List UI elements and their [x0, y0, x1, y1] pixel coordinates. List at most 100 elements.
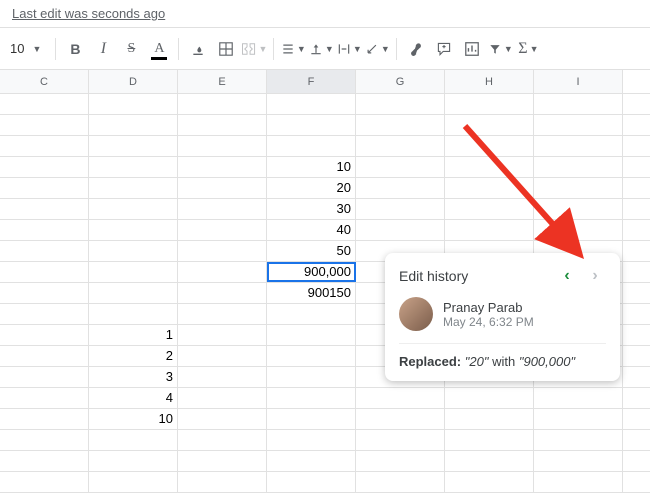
cell[interactable] [267, 304, 356, 324]
cell[interactable] [89, 115, 178, 135]
cell[interactable] [356, 220, 445, 240]
cell[interactable] [178, 367, 267, 387]
vertical-align-button[interactable]: ▼ [308, 36, 334, 62]
cell[interactable] [178, 94, 267, 114]
cell[interactable] [0, 325, 89, 345]
borders-button[interactable] [213, 36, 239, 62]
cell[interactable] [267, 367, 356, 387]
cell[interactable] [356, 115, 445, 135]
cell[interactable] [356, 451, 445, 471]
cell[interactable] [178, 325, 267, 345]
cell[interactable] [0, 115, 89, 135]
cell[interactable] [445, 409, 534, 429]
cell[interactable] [0, 283, 89, 303]
cell[interactable] [445, 94, 534, 114]
cell[interactable] [267, 388, 356, 408]
cell[interactable]: 2 [89, 346, 178, 366]
cell[interactable] [178, 451, 267, 471]
cell[interactable] [445, 220, 534, 240]
cell[interactable] [267, 451, 356, 471]
cell[interactable] [445, 388, 534, 408]
cell[interactable] [178, 472, 267, 492]
cell[interactable] [0, 136, 89, 156]
cell[interactable] [178, 241, 267, 261]
cell[interactable] [445, 157, 534, 177]
merge-cells-button[interactable]: ▼ [241, 36, 267, 62]
cell[interactable] [534, 472, 623, 492]
cell[interactable] [356, 388, 445, 408]
cell[interactable] [178, 115, 267, 135]
cell[interactable]: 900150 [267, 283, 356, 303]
cell[interactable] [0, 199, 89, 219]
cell[interactable]: 40 [267, 220, 356, 240]
cell[interactable] [534, 115, 623, 135]
cell[interactable] [0, 304, 89, 324]
cell[interactable] [534, 94, 623, 114]
cell[interactable] [534, 409, 623, 429]
insert-link-button[interactable] [403, 36, 429, 62]
cell[interactable] [356, 94, 445, 114]
cell[interactable] [356, 430, 445, 450]
column-header[interactable]: F [267, 70, 356, 93]
cell[interactable]: 900,000 [267, 262, 356, 282]
cell[interactable] [356, 199, 445, 219]
cell[interactable]: 1 [89, 325, 178, 345]
cell[interactable]: 10 [267, 157, 356, 177]
font-size-select[interactable]: 10 ▼ [6, 36, 49, 62]
cell[interactable] [89, 157, 178, 177]
cell[interactable] [267, 94, 356, 114]
cell[interactable] [89, 283, 178, 303]
cell[interactable] [0, 409, 89, 429]
fill-color-button[interactable] [185, 36, 211, 62]
cell[interactable] [534, 220, 623, 240]
cell[interactable] [267, 136, 356, 156]
cell[interactable] [178, 199, 267, 219]
cell[interactable] [0, 388, 89, 408]
strikethrough-button[interactable]: S [118, 36, 144, 62]
cell[interactable]: 50 [267, 241, 356, 261]
cell[interactable] [178, 178, 267, 198]
functions-button[interactable]: Σ ▼ [515, 36, 541, 62]
cell[interactable] [89, 136, 178, 156]
text-wrap-button[interactable]: ▼ [336, 36, 362, 62]
cell[interactable] [178, 283, 267, 303]
cell[interactable] [445, 451, 534, 471]
cell[interactable] [0, 430, 89, 450]
cell[interactable] [89, 451, 178, 471]
cell[interactable] [267, 115, 356, 135]
column-header[interactable]: G [356, 70, 445, 93]
cell[interactable] [89, 262, 178, 282]
cell[interactable] [267, 472, 356, 492]
column-header[interactable]: I [534, 70, 623, 93]
prev-edit-button[interactable]: ‹ [556, 265, 578, 287]
cell[interactable] [178, 262, 267, 282]
cell[interactable] [89, 472, 178, 492]
cell[interactable] [178, 157, 267, 177]
cell[interactable]: 20 [267, 178, 356, 198]
cell[interactable] [178, 136, 267, 156]
cell[interactable] [178, 430, 267, 450]
horizontal-align-button[interactable]: ▼ [280, 36, 306, 62]
text-rotate-button[interactable]: ▼ [364, 36, 390, 62]
cell[interactable] [0, 94, 89, 114]
cell[interactable] [89, 178, 178, 198]
cell[interactable] [89, 304, 178, 324]
cell[interactable]: 4 [89, 388, 178, 408]
cell[interactable] [178, 220, 267, 240]
cell[interactable] [356, 178, 445, 198]
cell[interactable] [534, 388, 623, 408]
cell[interactable] [89, 241, 178, 261]
cell[interactable] [0, 472, 89, 492]
cell[interactable] [89, 220, 178, 240]
column-header[interactable]: C [0, 70, 89, 93]
column-header[interactable]: E [178, 70, 267, 93]
cell[interactable] [534, 430, 623, 450]
cell[interactable] [0, 346, 89, 366]
cell[interactable]: 30 [267, 199, 356, 219]
cell[interactable] [178, 304, 267, 324]
insert-chart-button[interactable] [459, 36, 485, 62]
cell[interactable] [89, 94, 178, 114]
bold-button[interactable]: B [62, 36, 88, 62]
cell[interactable] [0, 262, 89, 282]
cell[interactable] [445, 430, 534, 450]
